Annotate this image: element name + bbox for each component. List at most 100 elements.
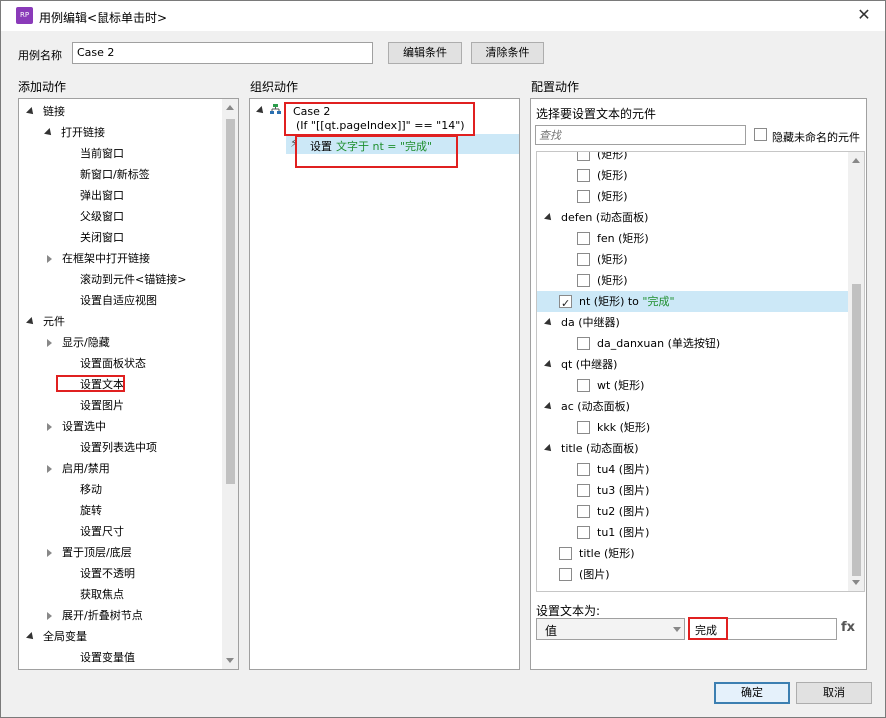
- action-item-popup-window[interactable]: 弹出窗口: [80, 185, 124, 206]
- widget-checkbox[interactable]: [577, 336, 590, 350]
- widget-tree-item[interactable]: ac (动态面板): [544, 396, 630, 417]
- action-row[interactable]: ⚡ 设置 文字于 nt = "完成": [286, 134, 519, 154]
- widget-checkbox[interactable]: [577, 152, 590, 161]
- widget-checkbox[interactable]: [577, 378, 590, 392]
- expand-icon[interactable]: [47, 255, 52, 263]
- widget-checkbox[interactable]: [577, 504, 590, 518]
- action-item-current-window[interactable]: 当前窗口: [80, 143, 124, 164]
- action-item-focus[interactable]: 获取焦点: [47, 584, 124, 605]
- action-item-new-window-tab[interactable]: 新窗口/新标签: [80, 164, 150, 185]
- action-item-group-links[interactable]: 链接: [26, 101, 65, 122]
- collapse-icon[interactable]: [544, 318, 554, 328]
- widget-checkbox[interactable]: [577, 273, 590, 287]
- value-type-dropdown[interactable]: 值: [536, 618, 685, 640]
- ok-button[interactable]: 确定: [714, 682, 790, 704]
- action-item-open-link[interactable]: 打开链接: [44, 122, 105, 143]
- action-item-expand-collapse-tree[interactable]: 展开/折叠树节点: [47, 605, 143, 626]
- expand-icon[interactable]: [47, 465, 52, 473]
- expand-icon[interactable]: [47, 339, 52, 347]
- widget-tree-item[interactable]: tu4 (图片): [577, 459, 649, 480]
- action-item-group-global-vars[interactable]: 全局变量: [26, 626, 87, 647]
- widget-checkbox[interactable]: [559, 567, 572, 581]
- action-item-set-list-selected[interactable]: 设置列表选中项: [47, 437, 157, 458]
- action-item-group-widgets[interactable]: 元件: [26, 311, 65, 332]
- action-item-set-text[interactable]: 设置文本: [47, 374, 124, 395]
- collapse-icon[interactable]: [256, 106, 266, 116]
- scroll-up-icon[interactable]: [852, 158, 860, 163]
- case-name-input[interactable]: Case 2: [72, 42, 373, 64]
- text-value-input[interactable]: 完成: [689, 618, 837, 640]
- action-item-close-window[interactable]: 关闭窗口: [47, 227, 124, 248]
- widget-tree-item[interactable]: (矩形): [577, 165, 628, 186]
- widget-tree-item[interactable]: tu3 (图片): [577, 480, 649, 501]
- widget-checkbox[interactable]: [577, 189, 590, 203]
- widget-tree-item[interactable]: tu1 (图片): [577, 522, 649, 543]
- collapse-icon[interactable]: [544, 360, 554, 370]
- collapse-icon[interactable]: [44, 128, 54, 138]
- widget-checkbox[interactable]: [577, 462, 590, 476]
- action-item-bring-front-back[interactable]: 置于顶层/底层: [47, 542, 132, 563]
- fx-button[interactable]: fx: [841, 620, 855, 635]
- widget-checkbox[interactable]: [577, 483, 590, 497]
- action-item-open-in-frame[interactable]: 在框架中打开链接: [47, 248, 150, 269]
- action-item-set-opacity[interactable]: 设置不透明: [47, 563, 135, 584]
- collapse-icon[interactable]: [544, 444, 554, 454]
- widget-tree-item[interactable]: tu2 (图片): [577, 501, 649, 522]
- action-item-set-panel-state[interactable]: 设置面板状态: [47, 353, 146, 374]
- widget-tree-item[interactable]: da_danxuan (单选按钮): [577, 333, 720, 354]
- action-item-enable-disable[interactable]: 启用/禁用: [47, 458, 110, 479]
- collapse-icon[interactable]: [26, 632, 36, 642]
- expand-icon[interactable]: [47, 612, 52, 620]
- widget-tree-item[interactable]: (矩形): [577, 186, 628, 207]
- cancel-button[interactable]: 取消: [796, 682, 872, 704]
- widget-tree-item[interactable]: (矩形): [577, 270, 628, 291]
- widget-tree-item[interactable]: (矩形): [577, 152, 628, 165]
- widget-tree-item[interactable]: defen (动态面板): [544, 207, 648, 228]
- edit-condition-button[interactable]: 编辑条件: [388, 42, 462, 64]
- widget-tree-item[interactable]: kkk (矩形): [577, 417, 650, 438]
- action-item-move[interactable]: 移动: [47, 479, 102, 500]
- scroll-up-icon[interactable]: [226, 105, 234, 110]
- hide-unnamed-checkbox[interactable]: [754, 127, 774, 142]
- widget-tree-item[interactable]: fen (矩形): [577, 228, 649, 249]
- scroll-down-icon[interactable]: [852, 580, 860, 585]
- action-item-set-adaptive-view[interactable]: 设置自适应视图: [47, 290, 157, 311]
- action-item-parent-window[interactable]: 父级窗口: [80, 206, 124, 227]
- widget-tree-item[interactable]: da (中继器): [544, 312, 620, 333]
- expand-icon[interactable]: [47, 423, 52, 431]
- collapse-icon[interactable]: [544, 213, 554, 223]
- widget-checkbox[interactable]: [559, 293, 572, 314]
- widget-tree-item[interactable]: qt (中继器): [544, 354, 617, 375]
- add-actions-scrollbar[interactable]: [222, 99, 238, 669]
- action-item-rotate[interactable]: 旋转: [47, 500, 102, 521]
- widget-checkbox[interactable]: [577, 525, 590, 539]
- action-item-scroll-to-widget[interactable]: 滚动到元件<锚链接>: [47, 269, 186, 290]
- widget-tree-item[interactable]: wt (矩形): [577, 375, 644, 396]
- widget-checkbox[interactable]: [577, 168, 590, 182]
- widget-checkbox[interactable]: [559, 546, 572, 560]
- collapse-icon[interactable]: [544, 402, 554, 412]
- widget-tree-item[interactable]: (矩形): [577, 249, 628, 270]
- action-item-set-image[interactable]: 设置图片: [47, 395, 124, 416]
- action-item-set-selected[interactable]: 设置选中: [47, 416, 106, 437]
- widget-tree-scrollbar[interactable]: [848, 152, 864, 591]
- widget-tree-item[interactable]: nt (矩形) to "完成": [537, 291, 848, 314]
- widget-tree-item[interactable]: title (动态面板): [544, 438, 639, 459]
- scroll-thumb[interactable]: [852, 284, 861, 576]
- scroll-thumb[interactable]: [226, 119, 235, 484]
- widget-tree-item[interactable]: (图片): [559, 564, 610, 585]
- action-item-set-size[interactable]: 设置尺寸: [47, 521, 124, 542]
- close-icon[interactable]: ✕: [853, 4, 875, 26]
- action-item-show-hide[interactable]: 显示/隐藏: [47, 332, 110, 353]
- search-input[interactable]: [535, 125, 746, 145]
- collapse-icon[interactable]: [26, 317, 36, 327]
- case-label[interactable]: Case 2: [293, 105, 330, 118]
- widget-checkbox[interactable]: [577, 231, 590, 245]
- widget-tree-item[interactable]: title (矩形): [559, 543, 635, 564]
- collapse-icon[interactable]: [26, 107, 36, 117]
- widget-checkbox[interactable]: [577, 420, 590, 434]
- action-item-set-variable-value[interactable]: 设置变量值: [47, 647, 135, 668]
- clear-condition-button[interactable]: 清除条件: [471, 42, 544, 64]
- scroll-down-icon[interactable]: [226, 658, 234, 663]
- widget-checkbox[interactable]: [577, 252, 590, 266]
